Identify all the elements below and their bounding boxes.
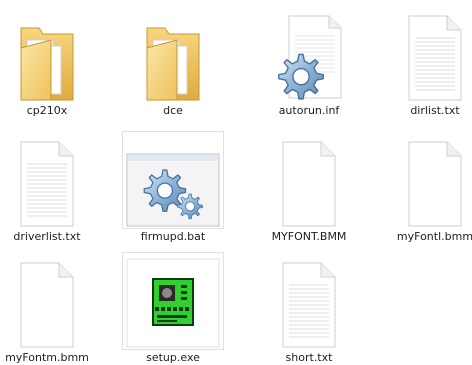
- file-label: dce: [163, 104, 183, 117]
- file-label: firmupd.bat: [140, 230, 206, 243]
- settings-file-icon: [259, 6, 359, 102]
- file-label: dirlist.txt: [410, 104, 460, 117]
- file-item-setup[interactable]: setup.exe: [116, 247, 230, 365]
- file-grid: cp210x dce autorun.inf dirlist.txt drive…: [0, 0, 472, 365]
- file-label: myFontm.bmm: [5, 351, 89, 364]
- file-item-cp210x[interactable]: cp210x: [0, 0, 104, 118]
- text-file-icon: [259, 253, 359, 349]
- file-label: myFontl.bmm: [396, 230, 472, 243]
- blank-file-icon: [0, 253, 97, 349]
- file-item-myfontl[interactable]: myFontl.bmm: [378, 126, 472, 244]
- file-label: MYFONT.BMM: [271, 230, 347, 243]
- blank-file-icon: [259, 132, 359, 228]
- file-label: cp210x: [26, 104, 68, 117]
- file-item-firmupd[interactable]: firmupd.bat: [116, 126, 230, 244]
- file-label: autorun.inf: [278, 104, 340, 117]
- file-label: short.txt: [285, 351, 333, 364]
- folder-icon: [0, 6, 97, 102]
- text-file-icon: [0, 132, 97, 228]
- file-item-myfont[interactable]: MYFONT.BMM: [252, 126, 366, 244]
- file-item-dce[interactable]: dce: [116, 0, 230, 118]
- text-file-icon: [385, 6, 472, 102]
- file-item-driverlist[interactable]: driverlist.txt: [0, 126, 104, 244]
- file-label: setup.exe: [146, 351, 200, 364]
- blank-file-icon: [385, 132, 472, 228]
- folder-icon: [123, 6, 223, 102]
- file-label: driverlist.txt: [13, 230, 81, 243]
- file-item-short[interactable]: short.txt: [252, 247, 366, 365]
- file-item-myfontm[interactable]: myFontm.bmm: [0, 247, 104, 365]
- file-item-autorun[interactable]: autorun.inf: [252, 0, 366, 118]
- file-item-dirlist[interactable]: dirlist.txt: [378, 0, 472, 118]
- batch-file-icon: [122, 131, 224, 229]
- executable-icon: [122, 252, 224, 350]
